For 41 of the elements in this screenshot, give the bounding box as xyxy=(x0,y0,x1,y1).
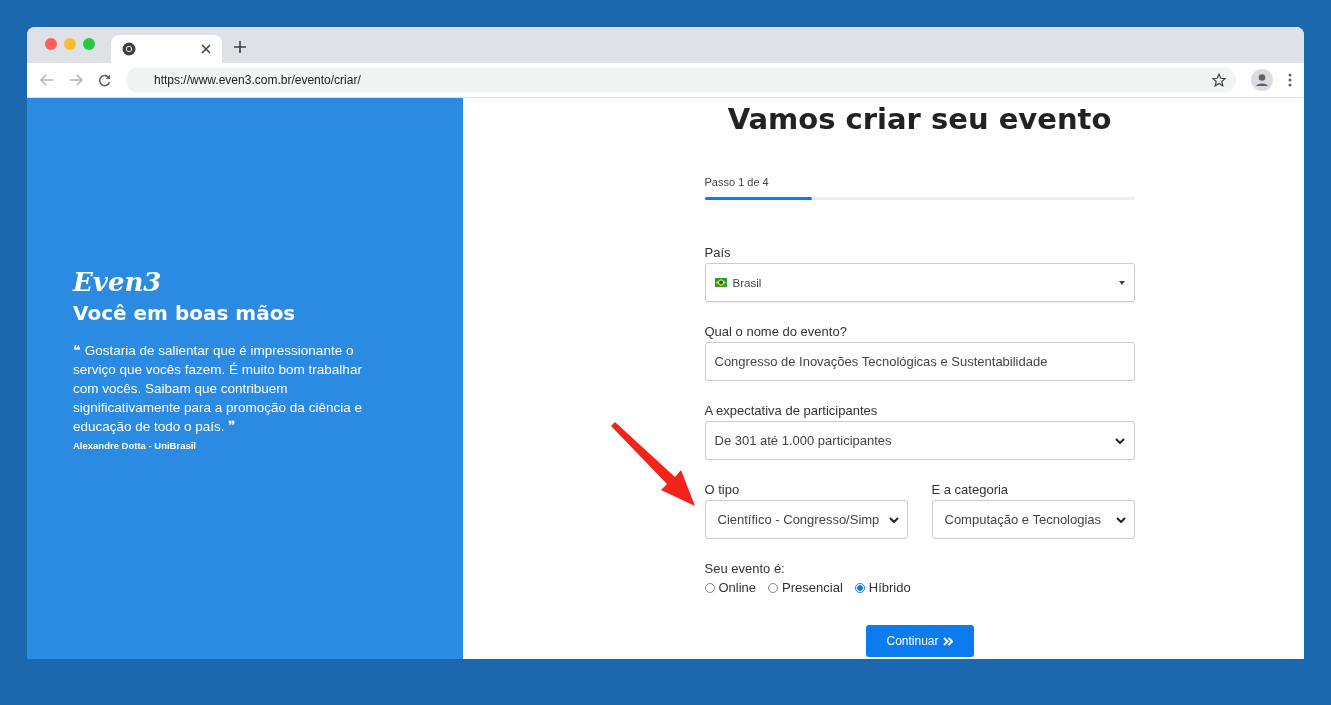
address-bar[interactable]: https://www.even3.com.br/evento/criar/ xyxy=(126,67,1236,93)
field-label: A expectativa de participantes xyxy=(704,403,879,418)
continue-button[interactable]: Continuar xyxy=(865,625,974,657)
radio-button[interactable] xyxy=(854,582,865,593)
forward-arrow-icon[interactable] xyxy=(69,74,83,86)
chevron-down-icon xyxy=(888,516,899,523)
double-chevron-right-icon xyxy=(942,636,953,646)
brazil-flag-icon xyxy=(714,278,727,287)
radio-label[interactable]: Online xyxy=(718,580,757,595)
close-icon[interactable] xyxy=(201,44,211,54)
field-label: País xyxy=(704,245,732,260)
caret-icon xyxy=(1118,280,1125,285)
country-dropdown[interactable]: Brasil xyxy=(704,263,1135,302)
radio-label[interactable]: Híbrido xyxy=(868,580,911,595)
radio-label[interactable]: Presencial xyxy=(782,580,843,595)
profile-avatar-icon[interactable] xyxy=(1251,69,1273,91)
chevron-down-icon xyxy=(1115,516,1126,523)
page-title: Vamos criar seu evento xyxy=(727,102,1112,136)
star-icon[interactable] xyxy=(1212,73,1226,87)
browser-logo-icon xyxy=(122,42,136,56)
quote-author: Alexandre Dotta - UniBrasil xyxy=(73,439,197,451)
event-name-input[interactable]: Congresso de Inovações Tecnológicas e Sustentabilidade xyxy=(704,342,1135,381)
step-label: Passo 1 de 4 xyxy=(704,176,770,188)
new-tab-icon[interactable] xyxy=(234,41,246,53)
menu-icon[interactable] xyxy=(1288,73,1292,87)
field-label: O tipo xyxy=(704,482,741,497)
sidebar-heading: Você em boas mãos xyxy=(73,300,297,325)
participants-dropdown[interactable]: De 301 até 1.000 participantes xyxy=(704,421,1135,460)
field-label: E a categoria xyxy=(931,482,1010,497)
reload-icon[interactable] xyxy=(98,73,111,87)
url-text: https://www.even3.com.br/evento/criar/ xyxy=(154,73,362,87)
field-label: Qual o nome do evento? xyxy=(704,324,848,339)
back-arrow-icon[interactable] xyxy=(40,74,54,86)
dropdown[interactable]: Científico - Congresso/Simp xyxy=(704,500,908,539)
browser-tab[interactable] xyxy=(111,35,222,63)
testimonial-quote: ❝ Gostaria de salientar que é impressionante o serviço que vocês fazem. É muito bom trabalhar com vocês. Saibam que contribuem significativamente para a promoção da ciência e educação de todo o país. ❞ xyxy=(73,341,363,436)
field-label: Seu evento é: xyxy=(704,561,786,576)
close-window-icon[interactable] xyxy=(45,38,57,50)
logo: Even3 xyxy=(73,266,163,297)
chevron-down-icon xyxy=(1114,437,1125,444)
dropdown[interactable]: Computação e Tecnologias xyxy=(931,500,1135,539)
